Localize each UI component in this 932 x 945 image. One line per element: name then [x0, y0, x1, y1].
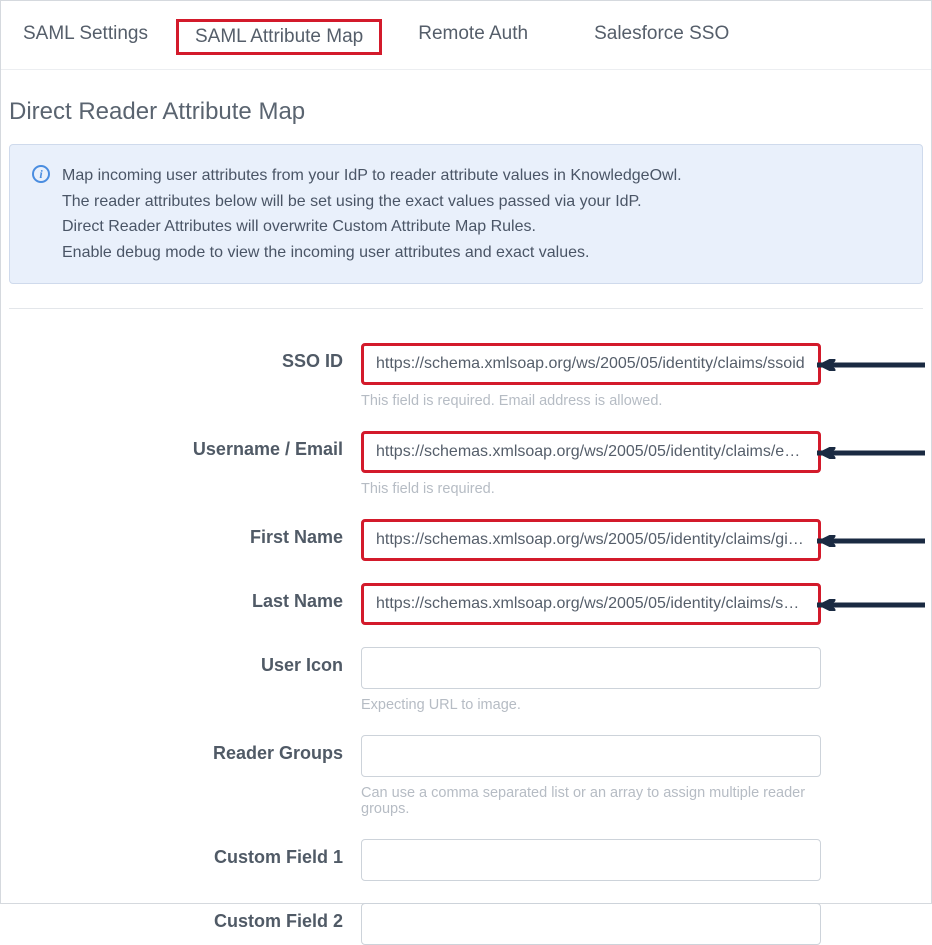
attribute-map-form: SSO ID This field is required. Email add… [1, 309, 931, 945]
annotation-arrow-icon [817, 535, 925, 545]
help-user-icon: Expecting URL to image. [361, 697, 821, 713]
tab-remote-auth[interactable]: Remote Auth [402, 19, 544, 55]
label-custom-field-2: Custom Field 2 [9, 903, 361, 932]
label-user-icon: User Icon [9, 647, 361, 676]
help-sso-id: This field is required. Email address is… [361, 393, 821, 409]
input-username-email[interactable] [361, 431, 821, 473]
input-custom-field-1[interactable] [361, 839, 821, 881]
annotation-arrow-icon [817, 599, 925, 609]
page-title: Direct Reader Attribute Map [1, 70, 931, 144]
tab-bar: SAML Settings SAML Attribute Map Remote … [1, 1, 931, 70]
label-first-name: First Name [9, 519, 361, 548]
label-reader-groups: Reader Groups [9, 735, 361, 764]
label-sso-id: SSO ID [9, 343, 361, 372]
input-user-icon[interactable] [361, 647, 821, 689]
input-first-name[interactable] [361, 519, 821, 561]
tab-saml-settings[interactable]: SAML Settings [23, 19, 164, 55]
input-last-name[interactable] [361, 583, 821, 625]
info-line-3: Direct Reader Attributes will overwrite … [62, 214, 682, 240]
info-box: i Map incoming user attributes from your… [9, 144, 923, 284]
label-username-email: Username / Email [9, 431, 361, 460]
help-reader-groups: Can use a comma separated list or an arr… [361, 785, 821, 817]
label-last-name: Last Name [9, 583, 361, 612]
info-text: Map incoming user attributes from your I… [62, 163, 682, 265]
tab-salesforce-sso[interactable]: Salesforce SSO [578, 19, 745, 55]
info-line-2: The reader attributes below will be set … [62, 189, 682, 215]
label-custom-field-1: Custom Field 1 [9, 839, 361, 868]
annotation-arrow-icon [817, 359, 925, 369]
annotation-arrow-icon [817, 447, 925, 457]
input-reader-groups[interactable] [361, 735, 821, 777]
input-custom-field-2[interactable] [361, 903, 821, 945]
input-sso-id[interactable] [361, 343, 821, 385]
tab-saml-attribute-map[interactable]: SAML Attribute Map [176, 19, 382, 55]
help-username-email: This field is required. [361, 481, 821, 497]
info-line-4: Enable debug mode to view the incoming u… [62, 240, 682, 266]
info-icon: i [32, 165, 50, 183]
info-line-1: Map incoming user attributes from your I… [62, 163, 682, 189]
